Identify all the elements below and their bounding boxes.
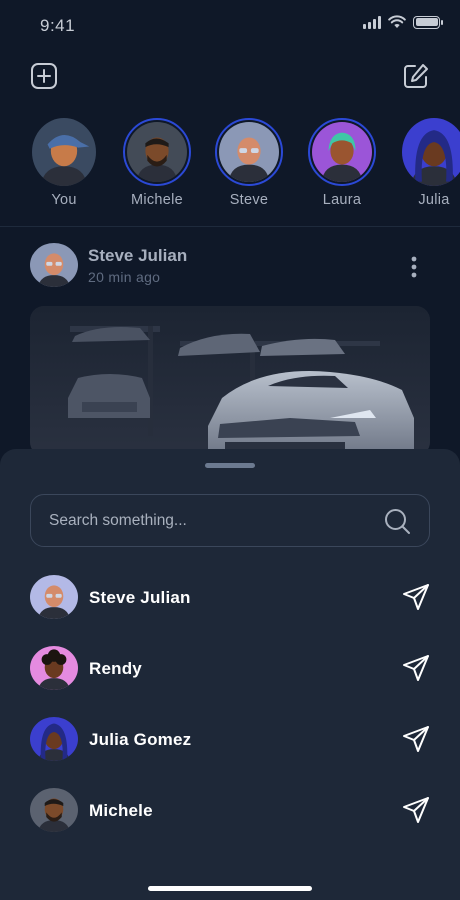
search-input[interactable] [49,511,369,530]
avatar [127,122,187,182]
send-icon [403,655,429,681]
story-ring [30,118,98,186]
avatar [402,118,460,186]
more-vertical-icon [411,256,417,278]
avatar [30,646,78,690]
signal-icon [363,15,381,29]
edit-icon [404,64,428,88]
story-ring [400,118,460,186]
contact-name: Michele [89,801,153,820]
contact-name: Steve Julian [89,588,191,607]
contact-name: Julia Gomez [89,730,192,749]
car-photo [30,306,430,456]
status-time: 9:41 [40,16,76,35]
avatar [32,118,96,186]
post-header: Steve Julian 20 min ago [30,243,430,289]
status-bar: 9:41 [0,0,460,50]
contact-name: Rendy [89,659,142,678]
story-item[interactable]: Steve [209,118,289,208]
story-name: Julia [418,192,450,208]
story-name: Laura [322,192,362,208]
avatar [219,122,279,182]
send-button[interactable] [402,725,430,753]
story-item[interactable]: You [24,118,104,208]
stories-row: You Michele Steve Laura Julia [0,118,460,218]
share-sheet: Steve Julian Rendy Julia Gomez Michele [0,449,460,900]
story-name: Michele [130,192,184,208]
search-bar[interactable] [30,494,430,547]
send-icon [403,726,429,752]
avatar [312,122,372,182]
story-ring [308,118,376,186]
send-button[interactable] [402,583,430,611]
send-icon [403,797,429,823]
sheet-drag-handle[interactable] [205,463,255,468]
avatar [30,788,78,832]
story-item[interactable]: Laura [302,118,382,208]
contact-row[interactable]: Michele [30,788,430,836]
story-ring [123,118,191,186]
divider [0,226,460,227]
avatar [30,575,78,619]
home-indicator[interactable] [148,886,312,891]
post-image[interactable] [30,306,430,456]
story-name: You [51,192,77,208]
plus-square-icon [31,63,57,89]
story-item[interactable]: Michele [117,118,197,208]
status-icons [363,15,443,29]
post-author-avatar[interactable] [30,243,78,287]
avatar [30,717,78,761]
battery-icon [413,15,443,29]
contact-row[interactable]: Rendy [30,646,430,694]
send-icon [403,584,429,610]
post-menu-button[interactable] [406,255,422,279]
send-button[interactable] [402,796,430,824]
story-ring [215,118,283,186]
post-timestamp: 20 min ago [88,269,161,285]
wifi-icon [388,15,406,28]
add-story-button[interactable] [30,62,58,90]
send-button[interactable] [402,654,430,682]
story-item[interactable]: Julia [394,118,460,208]
contact-row[interactable]: Steve Julian [30,575,430,623]
story-name: Steve [229,192,269,208]
contact-row[interactable]: Julia Gomez [30,717,430,765]
search-icon[interactable] [383,507,411,535]
post-author-name[interactable]: Steve Julian [88,246,187,266]
compose-button[interactable] [402,62,430,90]
